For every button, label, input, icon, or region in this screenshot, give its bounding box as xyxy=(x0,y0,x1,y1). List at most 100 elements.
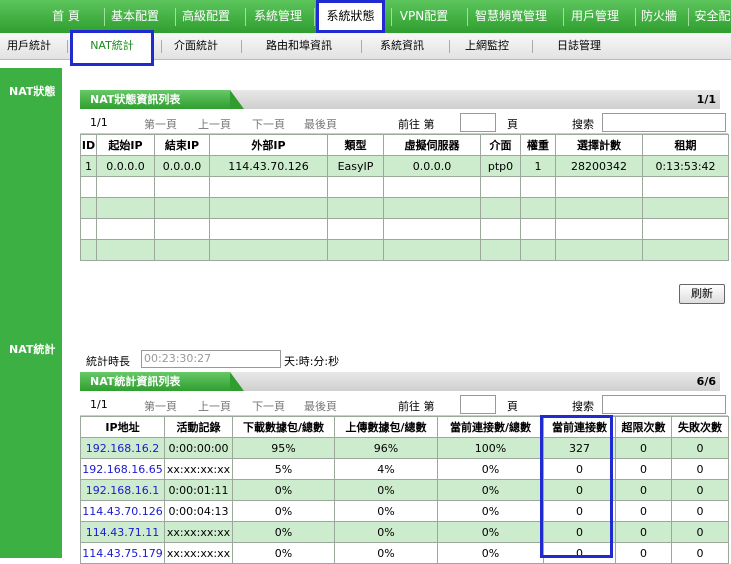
table-cell: xx:xx:xx:xx xyxy=(164,521,233,543)
duration-label: 統計時長 xyxy=(86,355,130,368)
top-nav-item-7[interactable]: 用戶管理 xyxy=(565,0,625,33)
table-cell xyxy=(80,218,97,240)
search-input[interactable] xyxy=(602,113,726,132)
table-cell: 0 xyxy=(615,542,672,564)
table-cell xyxy=(383,218,481,240)
table-row: 114.43.71.11 xx:xx:xx:xx 0% 0% 0% 0 0 0 xyxy=(80,521,729,543)
pager-prev[interactable]: 上一頁 xyxy=(198,116,231,132)
top-nav-item-9[interactable]: 安全配 xyxy=(690,0,731,33)
table-cell xyxy=(209,239,328,261)
table-cell xyxy=(480,176,521,198)
top-nav-item-3[interactable]: 系統管理 xyxy=(247,0,309,33)
sub-nav-item-2[interactable]: 介面統計 xyxy=(164,33,228,59)
pager-next[interactable]: 下一頁 xyxy=(252,398,285,414)
table-cell xyxy=(383,239,481,261)
column-header: 失敗次數 xyxy=(671,416,729,438)
column-header: 下載數據包/總數 xyxy=(232,416,335,438)
column-header: IP地址 xyxy=(80,416,165,438)
table-row: 114.43.70.126 0:00:04:13 0% 0% 0% 0 0 0 xyxy=(80,500,729,522)
pager-prev[interactable]: 上一頁 xyxy=(198,398,231,414)
column-header: 當前連接數/總數 xyxy=(437,416,544,438)
duration-unit: 天:時:分:秒 xyxy=(284,355,340,368)
table-row xyxy=(80,218,729,240)
duration-field[interactable]: 00:23:30:27 xyxy=(141,350,281,368)
column-header: 類型 xyxy=(327,134,384,156)
ip-link[interactable]: 114.43.75.179 xyxy=(80,542,165,564)
table-cell: 0% xyxy=(437,500,544,522)
column-header: 租期 xyxy=(642,134,729,156)
table-cell: xx:xx:xx:xx xyxy=(164,458,233,480)
top-nav-item-4[interactable]: 系統狀態 xyxy=(316,0,385,33)
sub-nav-separator xyxy=(241,40,242,53)
table-cell xyxy=(96,239,155,261)
table-cell: 0 xyxy=(671,479,729,501)
column-header: 介面 xyxy=(480,134,521,156)
sub-nav-item-1[interactable]: NAT統計 xyxy=(70,30,154,66)
sub-nav-item-6[interactable]: 日誌管理 xyxy=(535,33,623,59)
ip-link[interactable]: 192.168.16.2 xyxy=(80,437,165,459)
top-nav-separator xyxy=(563,8,564,26)
page-number-input[interactable] xyxy=(460,395,496,414)
sub-nav-item-3[interactable]: 路由和埠資訊 xyxy=(244,33,354,59)
nat-status-page-count: 1/1 xyxy=(696,93,716,106)
top-nav-item-0[interactable]: 首 頁 xyxy=(52,0,80,33)
pager-page-unit: 頁 xyxy=(507,400,518,413)
top-nav-item-8[interactable]: 防火牆 xyxy=(637,0,681,33)
table-cell xyxy=(80,197,97,219)
column-header: 活動記錄 xyxy=(164,416,233,438)
search-input[interactable] xyxy=(602,395,726,414)
refresh-button[interactable]: 刷新 xyxy=(679,284,725,304)
table-row: 192.168.16.65 xx:xx:xx:xx 5% 4% 0% 0 0 0 xyxy=(80,458,729,480)
top-nav-item-5[interactable]: VPN配置 xyxy=(393,0,455,33)
table-cell xyxy=(642,176,729,198)
table-cell: 0 xyxy=(615,437,672,459)
nat-stats-table: IP地址 活動記錄 下載數據包/總數 上傳數據包/總數 當前連接數/總數 當前連接數 超限次… xyxy=(80,416,729,564)
top-nav-item-6[interactable]: 智慧頻寬管理 xyxy=(469,0,553,33)
table-cell: 0% xyxy=(232,479,335,501)
sub-nav-item-4[interactable]: 系統資訊 xyxy=(364,33,440,59)
table-cell xyxy=(642,197,729,219)
table-cell xyxy=(555,176,643,198)
table-cell: 114.43.70.126 xyxy=(209,155,328,177)
ip-link[interactable]: 114.43.71.11 xyxy=(80,521,165,543)
table-cell: EasyIP xyxy=(327,155,384,177)
table-cell: 95% xyxy=(232,437,335,459)
top-nav-item-1[interactable]: 基本配置 xyxy=(106,0,164,33)
table-row: 192.168.16.2 0:00:00:00 95% 96% 100% 327 0 0 xyxy=(80,437,729,459)
table-cell xyxy=(642,239,729,261)
table-cell xyxy=(555,197,643,219)
nat-status-panel-title: NAT狀態資訊列表 xyxy=(80,90,244,109)
table-cell: ptp0 xyxy=(480,155,521,177)
pager-next[interactable]: 下一頁 xyxy=(252,116,285,132)
table-cell: 1 xyxy=(80,155,97,177)
table-cell xyxy=(209,197,328,219)
pager-last[interactable]: 最後頁 xyxy=(304,398,337,414)
table-cell xyxy=(327,176,384,198)
table-cell xyxy=(383,197,481,219)
pager-last[interactable]: 最後頁 xyxy=(304,116,337,132)
top-nav-item-2[interactable]: 高級配置 xyxy=(177,0,235,33)
table-cell: 0% xyxy=(334,479,438,501)
table-cell: 0% xyxy=(232,542,335,564)
ip-link[interactable]: 192.168.16.65 xyxy=(80,458,165,480)
table-row: 192.168.16.1 0:00:01:11 0% 0% 0% 0 0 0 xyxy=(80,479,729,501)
table-cell xyxy=(96,197,155,219)
nat-stats-pager: 1/1 第一頁 上一頁 下一頁 最後頁 前往 第 頁 搜索 xyxy=(80,394,728,416)
table-cell xyxy=(642,218,729,240)
nat-stats-panel-title: NAT統計資訊列表 xyxy=(80,372,244,391)
sidebar: NAT狀態 NAT統計 xyxy=(0,68,62,558)
table-row: 114.43.75.179 xx:xx:xx:xx 0% 0% 0% 0 0 0 xyxy=(80,542,729,564)
pager-first[interactable]: 第一頁 xyxy=(144,398,177,414)
table-cell xyxy=(555,239,643,261)
ip-link[interactable]: 114.43.70.126 xyxy=(80,500,165,522)
sub-nav-item-5[interactable]: 上網監控 xyxy=(452,33,522,59)
table-row: 1 0.0.0.0 0.0.0.0 114.43.70.126 EasyIP 0.0.0.… xyxy=(80,155,729,177)
sub-nav-item-0[interactable]: 用戶統計 xyxy=(0,33,58,59)
ip-link[interactable]: 192.168.16.1 xyxy=(80,479,165,501)
page-number-input[interactable] xyxy=(460,113,496,132)
pager-search: 搜索 xyxy=(572,118,594,131)
pager-first[interactable]: 第一頁 xyxy=(144,116,177,132)
table-cell: 0% xyxy=(334,500,438,522)
sub-nav-separator xyxy=(449,40,450,53)
table-cell xyxy=(80,176,97,198)
